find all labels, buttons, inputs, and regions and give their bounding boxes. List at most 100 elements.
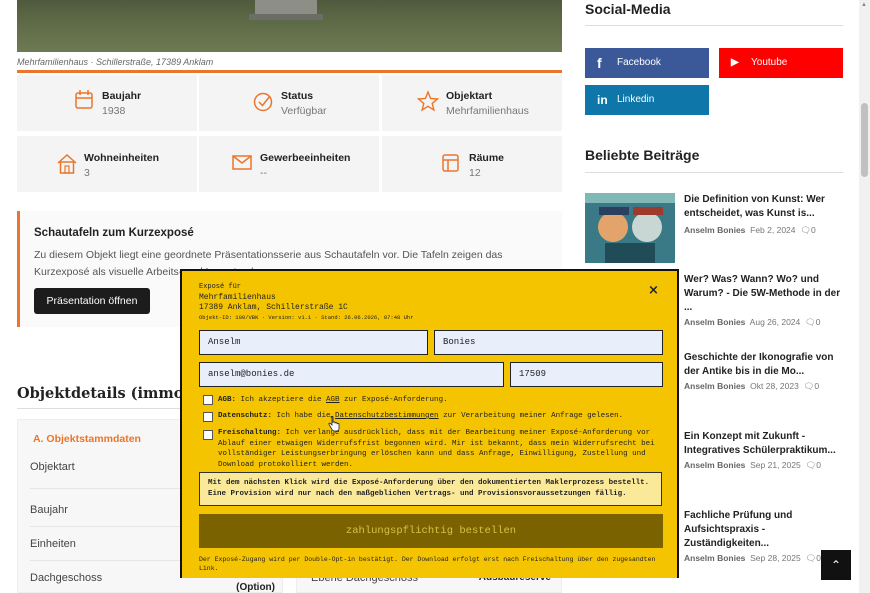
datenschutz-checkbox[interactable] bbox=[203, 412, 213, 422]
modal-address: 17389 Anklam, Schillerstraße 1C bbox=[199, 303, 348, 312]
check-circle-icon bbox=[253, 92, 273, 112]
fact-value: Mehrfamilienhaus bbox=[446, 105, 529, 117]
post-comments: 0 bbox=[816, 460, 821, 470]
post-thumbnail[interactable] bbox=[585, 193, 675, 263]
details-heading: Objektdetails (immoS bbox=[17, 385, 194, 402]
property-photo bbox=[17, 0, 562, 52]
post-author: Anselm Bonies bbox=[684, 460, 746, 470]
modal-meta: Objekt-ID: 100/VBK · Version: v1.1 · Sta… bbox=[199, 314, 414, 321]
agb-text-b: zur Exposé-Anforderung. bbox=[339, 396, 448, 404]
datenschutz-text: Datenschutz: Ich habe die Datenschutzbes… bbox=[218, 411, 663, 422]
post-comments: 0 bbox=[814, 381, 820, 391]
post-comments: 0 bbox=[811, 225, 816, 235]
post-author: Anselm Bonies bbox=[684, 225, 746, 235]
comments-icon: 🗨 bbox=[804, 317, 816, 327]
agb-text-a: Ich akzeptiere die bbox=[236, 396, 327, 404]
ds-text-b: zur Verarbeitung meiner Anfrage gelesen. bbox=[438, 412, 624, 420]
fact-raeume: Räume 12 bbox=[382, 136, 562, 192]
ds-prefix: Datenschutz: bbox=[218, 412, 273, 420]
scrollbar-thumb[interactable] bbox=[861, 103, 868, 177]
facebook-button[interactable]: f Facebook bbox=[585, 48, 709, 78]
fact-value: 1938 bbox=[102, 105, 126, 117]
modal-header-small: Exposé für bbox=[199, 283, 242, 291]
fact-status: Status Verfügbar bbox=[199, 75, 379, 131]
photo-stone-base bbox=[249, 14, 323, 20]
post-date: Okt 28, 2023 bbox=[750, 381, 799, 391]
schautafeln-title: Schautafeln zum Kurzexposé bbox=[34, 227, 194, 239]
detail-label: Objektart bbox=[30, 461, 75, 473]
fact-label: Objektart bbox=[446, 90, 493, 102]
post-date: Aug 26, 2024 bbox=[749, 317, 801, 327]
email-input[interactable]: anselm@bonies.de bbox=[199, 362, 504, 387]
post-title[interactable]: Geschichte der Ikonografie von der Antik… bbox=[684, 351, 844, 379]
last-name-input[interactable]: Bonies bbox=[434, 330, 663, 355]
calendar-icon bbox=[75, 90, 93, 109]
photo-stone bbox=[255, 0, 317, 14]
post-meta: Anselm Bonies Sep 28, 2025 🗨0 bbox=[684, 553, 821, 564]
modal-object-type: Mehrfamilienhaus bbox=[199, 293, 276, 302]
order-button[interactable]: zahlungspflichtig bestellen bbox=[199, 514, 663, 548]
comments-icon: 🗨 bbox=[803, 381, 815, 391]
detail-label: Baujahr bbox=[30, 504, 68, 516]
scroll-to-top-button[interactable]: ⌃ bbox=[821, 550, 851, 580]
ds-text-a: Ich habe die bbox=[272, 412, 336, 420]
post-author: Anselm Bonies bbox=[684, 381, 746, 391]
post-meta: Anselm Bonies Feb 2, 2024 🗨0 bbox=[684, 225, 816, 236]
scroll-up-arrow-icon[interactable]: ▲ bbox=[861, 2, 867, 8]
post-comments: 0 bbox=[815, 317, 821, 327]
fact-label: Baujahr bbox=[102, 90, 142, 102]
agb-checkbox[interactable] bbox=[203, 395, 213, 405]
frei-prefix: Freischaltung: bbox=[218, 429, 282, 437]
fact-wohneinheiten: Wohneinheiten 3 bbox=[17, 136, 197, 192]
post-title[interactable]: Die Definition von Kunst: Wer entscheide… bbox=[684, 193, 844, 221]
fact-objektart: Objektart Mehrfamilienhaus bbox=[382, 75, 562, 131]
detail-label: Einheiten bbox=[30, 538, 76, 550]
facts-grid: Baujahr 1938 Status Verfügbar Objektart … bbox=[17, 75, 562, 192]
post-author: Anselm Bonies bbox=[684, 553, 746, 563]
sidebar-divider bbox=[585, 172, 843, 173]
expose-request-modal: Exposé für Mehrfamilienhaus 17389 Anklam… bbox=[180, 269, 679, 578]
star-icon bbox=[416, 90, 440, 112]
caption-divider bbox=[17, 70, 562, 73]
agb-text: AGB: Ich akzeptiere die AGB zur Exposé-A… bbox=[218, 395, 663, 406]
section-a-title: A. Objektstammdaten bbox=[33, 433, 141, 445]
youtube-button[interactable]: ▶ Youtube bbox=[719, 48, 843, 78]
sidebar-divider bbox=[585, 25, 843, 26]
envelope-icon bbox=[232, 155, 252, 170]
fact-gewerbeeinheiten: Gewerbeeinheiten -- bbox=[199, 136, 379, 192]
freischaltung-text: Freischaltung: Ich verlange ausdrücklich… bbox=[218, 428, 663, 470]
popular-posts-title: Beliebte Beiträge bbox=[585, 147, 700, 163]
post-title[interactable]: Fachliche Prüfung und Aufsichtspraxis - … bbox=[684, 509, 814, 551]
linkedin-button[interactable]: in Linkedin bbox=[585, 85, 709, 115]
fact-value: -- bbox=[260, 167, 267, 179]
fact-value: Verfügbar bbox=[281, 105, 327, 117]
frei-text: Ich verlange ausdrücklich, dass mit der … bbox=[218, 429, 655, 469]
post-date: Sep 21, 2025 bbox=[750, 460, 801, 470]
agb-link[interactable]: AGB bbox=[326, 396, 340, 404]
presentation-open-button[interactable]: Präsentation öffnen bbox=[34, 288, 150, 314]
fact-value: 12 bbox=[469, 167, 481, 179]
zip-input[interactable]: 17509 bbox=[510, 362, 663, 387]
first-name-input[interactable]: Anselm bbox=[199, 330, 428, 355]
datenschutz-link[interactable]: Datenschutzbestimmungen bbox=[335, 412, 439, 420]
close-icon[interactable]: × bbox=[648, 283, 659, 298]
linkedin-icon: in bbox=[597, 93, 608, 107]
fact-label: Wohneinheiten bbox=[84, 152, 160, 164]
page-scrollbar[interactable]: ▲ bbox=[859, 0, 870, 593]
fact-value: 3 bbox=[84, 167, 90, 179]
freischaltung-checkbox[interactable] bbox=[203, 430, 213, 440]
commission-notice: Mit dem nächsten Klick wird die Exposé-A… bbox=[199, 472, 662, 506]
layout-icon bbox=[442, 154, 459, 172]
comments-icon: 🗨 bbox=[800, 225, 812, 235]
fact-label: Räume bbox=[469, 152, 505, 164]
fact-label: Gewerbeeinheiten bbox=[260, 152, 351, 164]
house-icon bbox=[57, 153, 77, 174]
youtube-icon: ▶ bbox=[731, 57, 739, 68]
facebook-icon: f bbox=[597, 55, 602, 71]
post-title[interactable]: Ein Konzept mit Zukunft - Integratives S… bbox=[684, 430, 844, 458]
post-meta: Anselm Bonies Okt 28, 2023 🗨0 bbox=[684, 381, 819, 392]
detail-label: Dachgeschoss bbox=[30, 572, 103, 584]
photo-caption: Mehrfamilienhaus · Schillerstraße, 17389… bbox=[17, 57, 214, 67]
post-title[interactable]: Wer? Was? Wann? Wo? und Warum? - Die 5W-… bbox=[684, 273, 844, 315]
post-meta: Anselm Bonies Sep 21, 2025 🗨0 bbox=[684, 460, 821, 471]
